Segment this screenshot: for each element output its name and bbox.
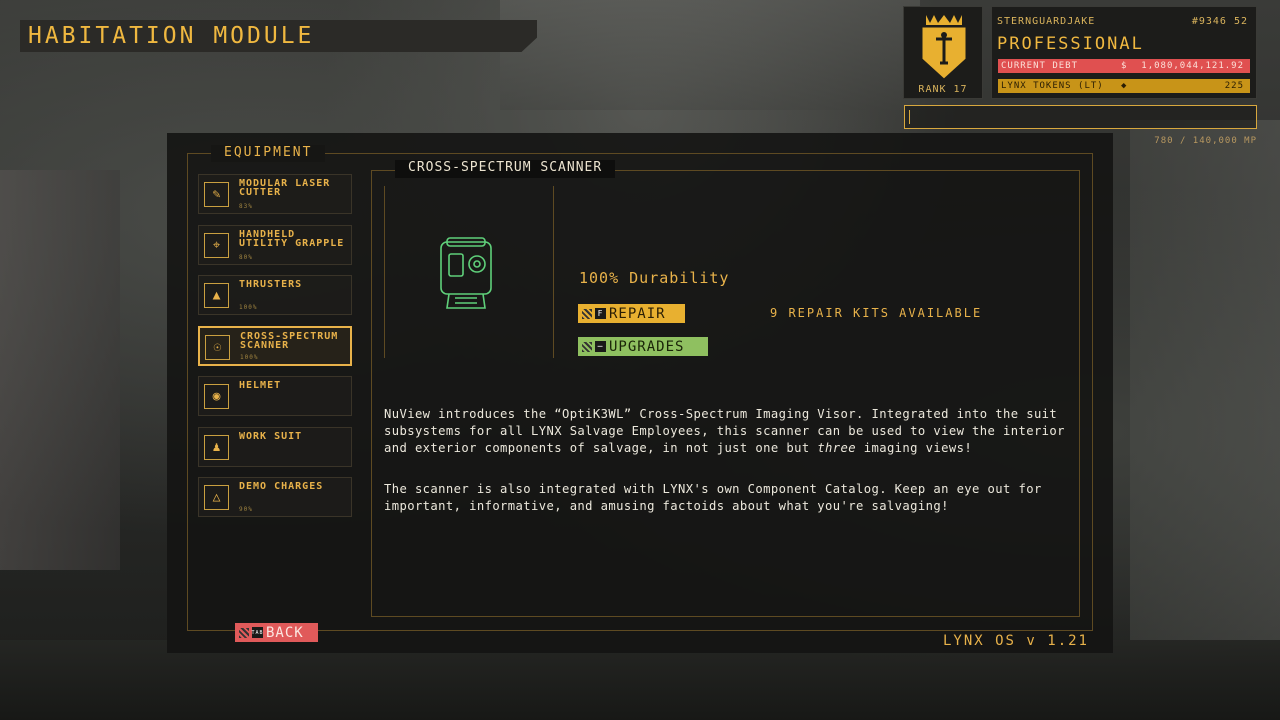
- os-version: LYNX OS v 1.21: [942, 633, 1089, 649]
- equipment-item-grapple[interactable]: ⌖ HANDHELD UTILITY GRAPPLE 80%: [198, 224, 352, 265]
- debt-label: CURRENT DEBT: [1001, 61, 1079, 71]
- scanner-preview-icon: [440, 237, 492, 309]
- description-paragraph-1: NuView introduces the “OptiK3WL” Cross-S…: [384, 407, 1065, 455]
- background-ceiling: [500, 0, 920, 110]
- equipment-item-durability: 83%: [239, 203, 253, 210]
- command-input[interactable]: [904, 105, 1257, 129]
- background-wall-right: [1130, 120, 1280, 640]
- equipment-header: EQUIPMENT: [211, 145, 326, 162]
- debt-currency: $: [1121, 61, 1128, 71]
- tokens-label: LYNX TOKENS (LT): [1001, 81, 1104, 91]
- mass-readout: 780 / 140,000 MP: [1154, 136, 1257, 146]
- repair-kits-count: 9 REPAIR KITS AVAILABLE: [770, 306, 983, 320]
- background-wall-left: [0, 170, 120, 570]
- input-caret: [909, 110, 910, 124]
- username: STERNGUARDJAKE: [997, 16, 1096, 27]
- back-key-icon: TAB: [251, 627, 263, 638]
- equipment-item-durability: 80%: [239, 253, 253, 261]
- equipment-item-durability: 100%: [240, 353, 259, 361]
- equipment-item-durability: 90%: [239, 506, 253, 513]
- equipment-item-helmet[interactable]: ◉ HELMET: [198, 376, 352, 416]
- hatch-icon: [582, 341, 592, 352]
- detail-title: CROSS-SPECTRUM SCANNER: [395, 160, 616, 178]
- tokens-value: 225: [1224, 81, 1244, 91]
- token-paw-icon: ◆: [1121, 81, 1128, 91]
- module-title: HABITATION MODULE: [28, 23, 315, 49]
- equipment-item-work-suit[interactable]: ♟ WORK SUIT: [198, 426, 352, 467]
- back-label: BACK: [266, 624, 304, 641]
- equipment-item-name: WORK SUIT: [239, 430, 303, 442]
- equipment-item-name: HELMET: [239, 380, 282, 391]
- profile-panel: STERNGUARDJAKE #9346 52 PROFESSIONAL CUR…: [991, 6, 1257, 99]
- equipment-item-name: MODULAR LASER CUTTER: [239, 178, 331, 198]
- laser-cutter-icon: ✎: [204, 182, 229, 207]
- equipment-item-scanner[interactable]: ☉ CROSS-SPECTRUM SCANNER 100%: [198, 325, 352, 366]
- description-paragraph-2: The scanner is also integrated with LYNX…: [384, 482, 1042, 513]
- rank-badge: RANK 17: [903, 6, 983, 99]
- equipment-item-durability: 100%: [239, 304, 258, 311]
- hatch-icon: [239, 627, 249, 638]
- upgrades-key-icon: ─: [595, 341, 606, 352]
- item-description: NuView introduces the “OptiK3WL” Cross-S…: [384, 406, 1070, 539]
- durability-readout: 100% Durability: [579, 269, 730, 287]
- thrusters-icon: ▲: [204, 283, 229, 308]
- upgrades-label: UPGRADES: [609, 338, 685, 355]
- equipment-item-name: DEMO CHARGES: [239, 481, 324, 492]
- rank-emblem-icon: [921, 15, 967, 80]
- equipment-list: ✎ MODULAR LASER CUTTER 83% ⌖ HANDHELD UT…: [198, 174, 353, 528]
- equipment-item-thrusters[interactable]: ▲ THRUSTERS 100%: [198, 275, 352, 315]
- repair-button[interactable]: F REPAIR: [578, 304, 685, 323]
- upgrades-button[interactable]: ─ UPGRADES: [578, 337, 708, 356]
- rank-label: RANK 17: [918, 84, 968, 95]
- user-id: #9346 52: [1191, 16, 1248, 27]
- item-preview: [384, 186, 554, 358]
- equipment-item-name: THRUSTERS: [239, 279, 303, 290]
- debt-value: 1,080,044,121.92: [1141, 61, 1244, 71]
- tokens-bar: LYNX TOKENS (LT) ◆ 225: [998, 79, 1250, 93]
- equipment-panel: EQUIPMENT ✎ MODULAR LASER CUTTER 83% ⌖ H…: [167, 133, 1113, 653]
- equipment-item-name: HANDHELD UTILITY GRAPPLE: [239, 228, 345, 249]
- equipment-item-demo-charges[interactable]: △ DEMO CHARGES 90%: [198, 477, 352, 517]
- module-title-bar: HABITATION MODULE: [20, 20, 537, 52]
- grapple-icon: ⌖: [204, 232, 229, 258]
- work-suit-icon: ♟: [204, 434, 229, 460]
- equipment-item-name: CROSS-SPECTRUM SCANNER: [240, 330, 339, 351]
- equipment-item-laser-cutter[interactable]: ✎ MODULAR LASER CUTTER 83%: [198, 174, 352, 214]
- debt-bar: CURRENT DEBT $ 1,080,044,121.92: [998, 59, 1250, 73]
- scanner-icon: ☉: [205, 334, 230, 360]
- helmet-icon: ◉: [204, 384, 229, 409]
- back-button[interactable]: TAB BACK: [235, 623, 318, 642]
- player-tier: PROFESSIONAL: [997, 34, 1144, 54]
- repair-label: REPAIR: [609, 305, 666, 322]
- hatch-icon: [582, 308, 592, 319]
- demo-charges-icon: △: [204, 485, 229, 510]
- repair-key-icon: F: [595, 308, 606, 319]
